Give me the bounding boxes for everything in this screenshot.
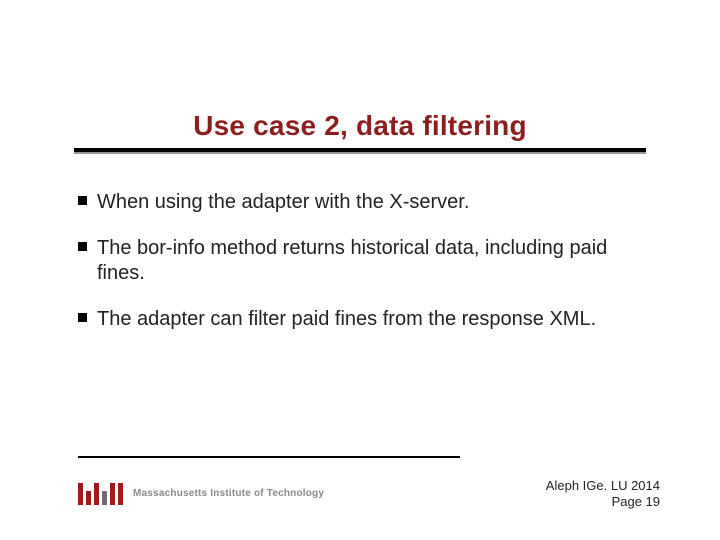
footer-conference: Aleph IGe. LU 2014 xyxy=(546,478,660,494)
slide-title: Use case 2, data filtering xyxy=(60,110,660,142)
logo-block: Massachusetts Institute of Technology xyxy=(78,483,324,505)
footer-page-number: Page 19 xyxy=(546,494,660,510)
bullet-text: The adapter can filter paid fines from t… xyxy=(97,307,642,331)
bullet-list: When using the adapter with the X-server… xyxy=(78,190,642,332)
title-underline xyxy=(74,148,646,154)
footer-meta: Aleph IGe. LU 2014 Page 19 xyxy=(546,478,660,511)
list-item: The adapter can filter paid fines from t… xyxy=(78,307,642,331)
footer: Massachusetts Institute of Technology Al… xyxy=(0,476,720,511)
institution-name: Massachusetts Institute of Technology xyxy=(133,488,324,499)
bullet-icon xyxy=(78,196,87,205)
footer-divider xyxy=(78,456,460,458)
list-item: When using the adapter with the X-server… xyxy=(78,190,642,214)
bullet-text: When using the adapter with the X-server… xyxy=(97,190,642,214)
bullet-icon xyxy=(78,313,87,322)
list-item: The bor-info method returns historical d… xyxy=(78,236,642,285)
bullet-icon xyxy=(78,242,87,251)
slide: Use case 2, data filtering When using th… xyxy=(0,0,720,540)
bullet-text: The bor-info method returns historical d… xyxy=(97,236,642,285)
mit-logo-icon xyxy=(78,483,123,505)
